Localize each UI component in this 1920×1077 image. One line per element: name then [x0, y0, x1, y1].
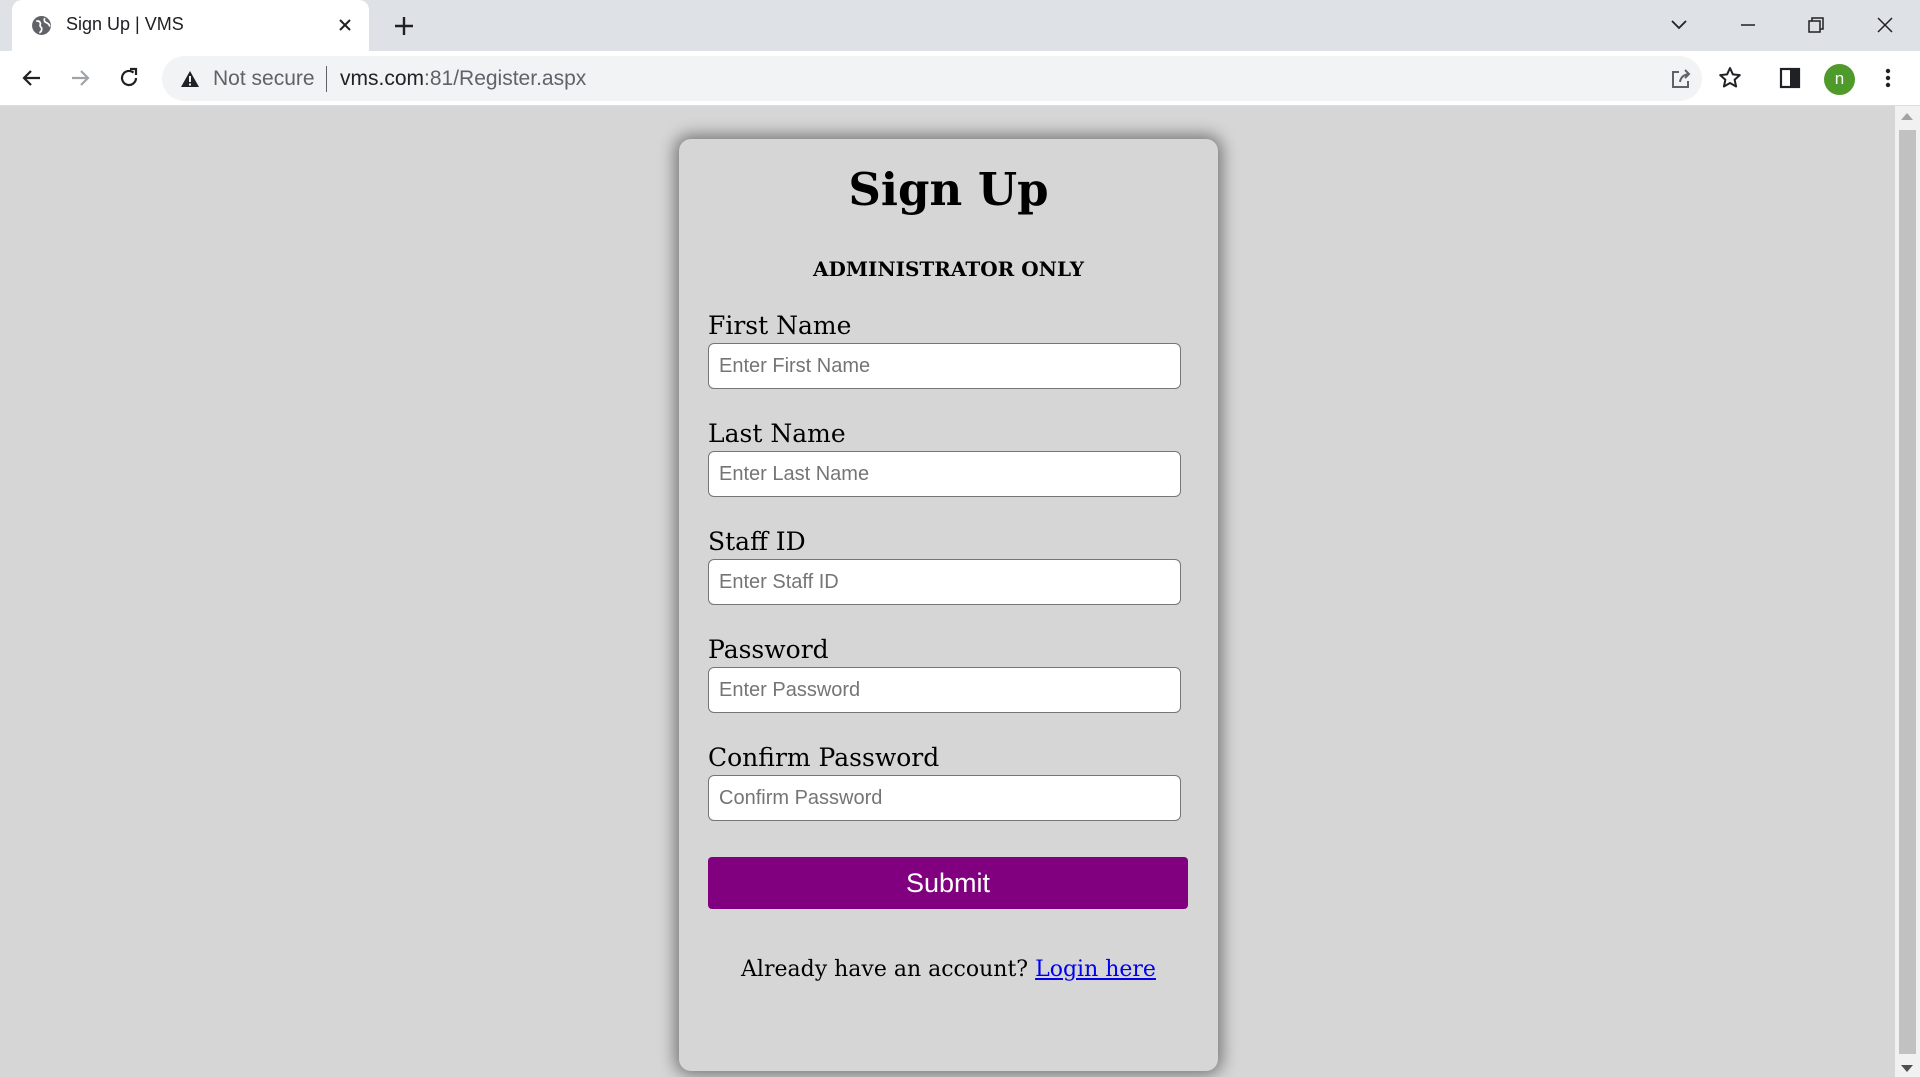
minimize-icon[interactable]: [1733, 10, 1763, 40]
tab-title: Sign Up | VMS: [66, 14, 184, 34]
address-bar[interactable]: Not secure vms.com:81/Register.aspx: [162, 56, 1702, 101]
staff-id-input[interactable]: [708, 559, 1181, 605]
kebab-menu-icon[interactable]: [1874, 64, 1902, 92]
reload-icon[interactable]: [115, 64, 143, 92]
url-path: :81/Register.aspx: [424, 67, 587, 90]
restore-icon[interactable]: [1801, 10, 1831, 40]
page-viewport: Sign Up ADMINISTRATOR ONLY First Name La…: [0, 106, 1920, 1077]
profile-avatar[interactable]: n: [1824, 64, 1855, 95]
url-text[interactable]: vms.com:81/Register.aspx: [340, 67, 586, 91]
signup-card: Sign Up ADMINISTRATOR ONLY First Name La…: [679, 139, 1218, 1071]
password-input[interactable]: [708, 667, 1181, 713]
confirm-password-label: Confirm Password: [708, 743, 940, 772]
warning-icon[interactable]: [180, 69, 200, 89]
security-status[interactable]: Not secure: [213, 67, 315, 91]
page-title: Sign Up: [848, 163, 1049, 216]
side-panel-icon[interactable]: [1776, 64, 1804, 92]
first-name-input[interactable]: [708, 343, 1181, 389]
forward-arrow-icon[interactable]: [66, 64, 94, 92]
omnibox-divider: [326, 66, 327, 92]
staff-id-label: Staff ID: [708, 527, 806, 556]
admin-only-notice: ADMINISTRATOR ONLY: [812, 257, 1084, 281]
confirm-password-input[interactable]: [708, 775, 1181, 821]
password-label: Password: [708, 635, 829, 664]
scroll-down-arrow-icon[interactable]: [1901, 1065, 1913, 1072]
close-icon[interactable]: [334, 14, 356, 36]
browser-toolbar: Not secure vms.com:81/Register.aspx n: [0, 51, 1920, 106]
vertical-scrollbar[interactable]: [1895, 106, 1920, 1077]
tab-strip: Sign Up | VMS: [0, 0, 1920, 51]
last-name-input[interactable]: [708, 451, 1181, 497]
first-name-label: First Name: [708, 311, 852, 340]
scroll-thumb[interactable]: [1899, 130, 1916, 1054]
last-name-label: Last Name: [708, 419, 846, 448]
browser-tab[interactable]: Sign Up | VMS: [12, 0, 369, 51]
login-prompt-text: Already have an account?: [741, 957, 1036, 982]
share-icon[interactable]: [1668, 66, 1694, 92]
new-tab-icon[interactable]: [391, 13, 417, 39]
globe-icon: [32, 16, 51, 35]
submit-button[interactable]: Submit: [708, 857, 1188, 909]
back-arrow-icon[interactable]: [18, 64, 46, 92]
scroll-up-arrow-icon[interactable]: [1901, 113, 1913, 120]
window-close-icon[interactable]: [1870, 10, 1900, 40]
login-link[interactable]: Login here: [1035, 957, 1156, 982]
star-icon[interactable]: [1716, 64, 1744, 92]
url-host: vms.com: [340, 67, 424, 90]
chevron-down-icon[interactable]: [1664, 10, 1694, 40]
login-prompt: Already have an account? Login here: [679, 957, 1218, 982]
